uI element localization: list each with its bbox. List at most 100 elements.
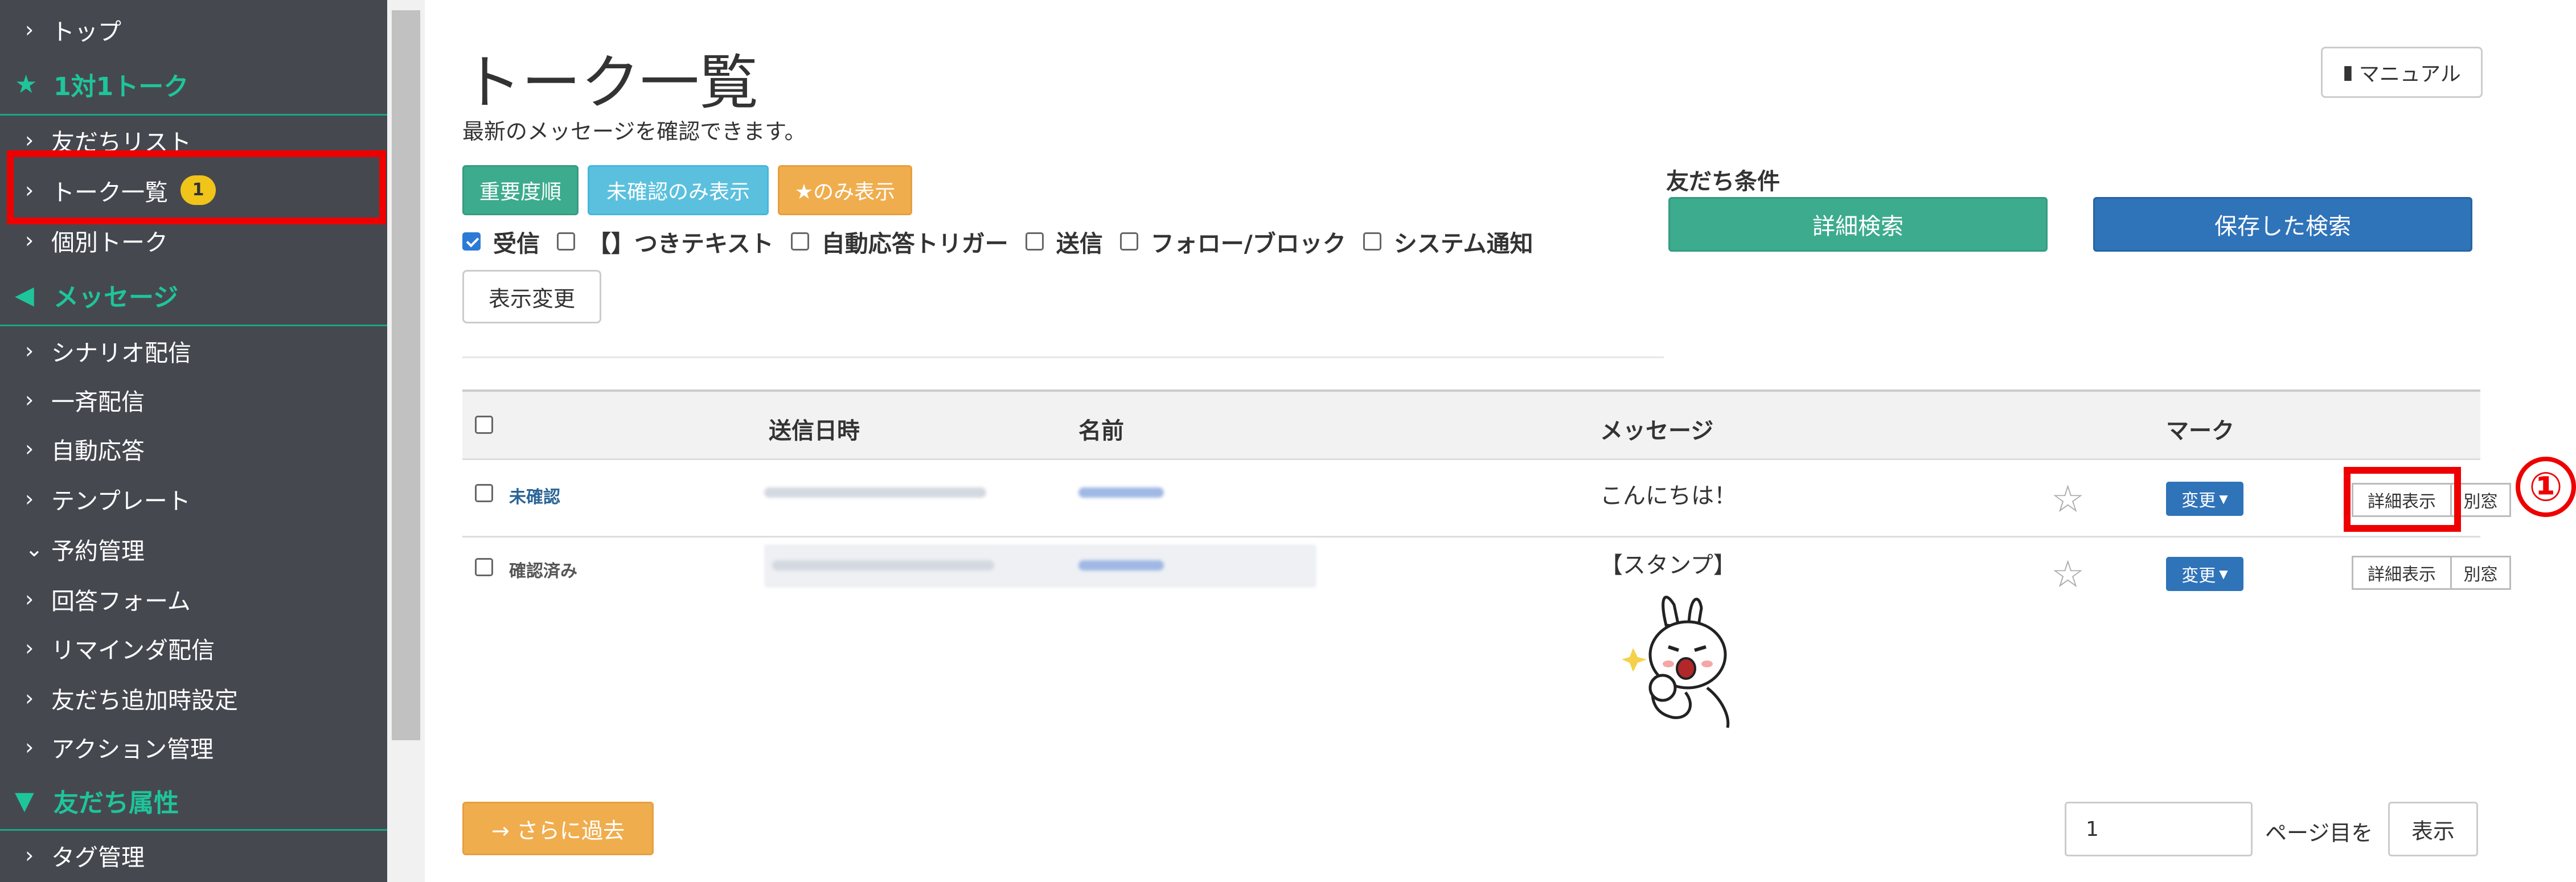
friend-conditions-title: 友だち条件 <box>1666 169 1780 195</box>
row-checkbox[interactable] <box>475 484 493 502</box>
star-icon[interactable]: ☆ <box>2051 556 2085 593</box>
chevron-right-icon: › <box>25 843 34 868</box>
megaphone-icon: ◀ <box>15 280 34 310</box>
sort-importance-button[interactable]: 重要度順 <box>462 165 579 215</box>
table-row: 確認済み 【スタンプ】 ☆ 変更 ▼ 詳細表示 別窓 <box>462 538 2511 756</box>
sidebar-item-label: 回答フォーム <box>51 588 191 615</box>
sidebar-section-label: 1対1トーク <box>54 72 189 101</box>
star-icon[interactable]: ☆ <box>2051 481 2085 518</box>
sidebar-item-auto-reply[interactable]: › 自動応答 <box>0 425 387 473</box>
sidebar-item-individual-talk[interactable]: › 個別トーク <box>0 216 387 264</box>
detail-view-button[interactable]: 詳細表示 <box>2352 556 2452 590</box>
checkbox[interactable] <box>462 232 481 251</box>
sidebar-item-label: リマインダ配信 <box>51 637 215 664</box>
unconfirmed-only-button[interactable]: 未確認のみ表示 <box>588 165 769 215</box>
chevron-right-icon: › <box>25 228 34 253</box>
sidebar-item-friend-add-settings[interactable]: › 友だち追加時設定 <box>0 674 387 722</box>
sidebar-section-one-to-one-talk[interactable]: ★ 1対1トーク <box>0 59 387 109</box>
checkbox[interactable] <box>1363 232 1381 251</box>
sidebar-section-label: メッセージ <box>54 283 179 312</box>
caret-down-icon: ▼ <box>2219 492 2228 506</box>
filter-received[interactable]: 受信 <box>462 224 540 259</box>
highlight-box <box>7 150 386 224</box>
show-page-button[interactable]: 表示 <box>2388 802 2478 856</box>
sidebar-item-reminder[interactable]: › リマインダ配信 <box>0 624 387 672</box>
change-mark-dropdown[interactable]: 変更 ▼ <box>2166 557 2243 591</box>
chevron-down-icon: ⌄ <box>25 536 43 561</box>
sidebar-section-message[interactable]: ◀ メッセージ <box>0 270 387 320</box>
checkbox[interactable] <box>557 232 575 251</box>
filter-follow-block[interactable]: フォロー/ブロック <box>1119 224 1346 259</box>
row-checkbox[interactable] <box>475 558 493 576</box>
chevron-right-icon: › <box>25 128 34 153</box>
sidebar-item-label: 友だち追加時設定 <box>51 687 238 714</box>
sidebar-item-top[interactable]: › トップ <box>0 6 387 54</box>
sidebar-item-broadcast[interactable]: › 一斉配信 <box>0 376 387 424</box>
redacted-name-link[interactable] <box>1078 560 1164 571</box>
page-subtitle: 最新のメッセージを確認できます。 <box>462 119 806 144</box>
chevron-right-icon: › <box>25 635 34 661</box>
filter-label: 【】つきテキスト <box>588 230 774 257</box>
saved-search-button[interactable]: 保存した検索 <box>2093 197 2472 252</box>
sidebar-item-tag-management[interactable]: › タグ管理 <box>0 831 387 879</box>
filter-label: システム通知 <box>1393 230 1533 257</box>
checkbox[interactable] <box>1119 232 1138 251</box>
chevron-right-icon: › <box>25 486 34 511</box>
header-mark: マーク <box>2166 418 2234 444</box>
filter-label: 送信 <box>1056 230 1103 257</box>
filter-icon: ▼ <box>15 786 34 815</box>
display-change-button[interactable]: 表示変更 <box>462 270 601 323</box>
sidebar-item-action-management[interactable]: › アクション管理 <box>0 723 387 771</box>
select-all-checkbox[interactable] <box>475 416 493 434</box>
page-suffix-label: ページ目を <box>2265 821 2373 846</box>
checkbox[interactable] <box>1025 232 1044 251</box>
sidebar-item-label: 一斉配信 <box>51 388 145 416</box>
step-number-badge: ① <box>2516 457 2576 517</box>
sidebar-item-label: 自動応答 <box>51 437 145 465</box>
sidebar-item-label: テンプレート <box>51 487 191 515</box>
sidebar-divider <box>0 325 387 326</box>
sidebar-section-friend-attributes[interactable]: ▼ 友だち属性 <box>0 776 387 826</box>
main-content: トーク一覧 最新のメッセージを確認できます。 ▮ マニュアル 重要度順 未確認の… <box>425 0 2576 882</box>
message-text: こんにちは！ <box>1600 483 1737 509</box>
new-window-button[interactable]: 別窓 <box>2452 556 2511 590</box>
checkbox[interactable] <box>790 232 809 251</box>
row-actions: 詳細表示 別窓 <box>2352 556 2511 590</box>
sidebar-item-answer-form[interactable]: › 回答フォーム <box>0 575 387 623</box>
sidebar-item-reservation[interactable]: ⌄ 予約管理 <box>0 525 387 573</box>
status-confirmed[interactable]: 確認済み <box>509 557 577 582</box>
bear-sticker-image <box>1622 596 1730 728</box>
page-number-input[interactable] <box>2065 802 2253 856</box>
chevron-right-icon: › <box>25 586 34 612</box>
filter-system-notice[interactable]: システム通知 <box>1363 224 1533 259</box>
book-icon: ▮ <box>2343 61 2353 84</box>
load-older-button[interactable]: → さらに過去 <box>462 802 654 855</box>
section-divider <box>462 356 1664 358</box>
status-unconfirmed-link[interactable]: 未確認 <box>509 483 560 508</box>
change-mark-dropdown[interactable]: 変更 ▼ <box>2166 482 2243 516</box>
filter-auto-reply-trigger[interactable]: 自動応答トリガー <box>790 224 1008 259</box>
manual-label: マニュアル <box>2358 63 2461 86</box>
sidebar: › トップ ★ 1対1トーク › 友だちリスト › トーク一覧 1 › 個別トー… <box>0 0 387 882</box>
filter-bracket-text[interactable]: 【】つきテキスト <box>557 224 774 259</box>
sidebar-item-label: トップ <box>51 18 121 46</box>
sidebar-scrollbar-thumb[interactable] <box>392 10 420 740</box>
redacted-name-link[interactable] <box>1078 487 1164 498</box>
starred-only-button[interactable]: ★のみ表示 <box>778 165 912 215</box>
detail-search-button[interactable]: 詳細検索 <box>1668 197 2048 252</box>
filter-label: フォロー/ブロック <box>1150 230 1346 257</box>
filter-sent[interactable]: 送信 <box>1025 224 1103 259</box>
change-label: 変更 <box>2181 566 2216 586</box>
filter-checkboxes: 受信 【】つきテキスト 自動応答トリガー 送信 フォロー/ブロック システム通知 <box>462 224 1550 259</box>
redacted-timestamp <box>764 487 986 498</box>
chevron-right-icon: › <box>25 686 34 711</box>
sidebar-section-label: 友だち属性 <box>54 789 179 818</box>
chevron-right-icon: › <box>25 436 34 461</box>
sidebar-item-scenario[interactable]: › シナリオ配信 <box>0 327 387 375</box>
star-icon: ★ <box>15 69 38 99</box>
sidebar-item-template[interactable]: › テンプレート <box>0 475 387 523</box>
caret-down-icon: ▼ <box>2219 567 2228 581</box>
header-sent-at: 送信日時 <box>769 418 860 444</box>
chevron-right-icon: › <box>25 338 34 363</box>
manual-button[interactable]: ▮ マニュアル <box>2321 47 2483 98</box>
